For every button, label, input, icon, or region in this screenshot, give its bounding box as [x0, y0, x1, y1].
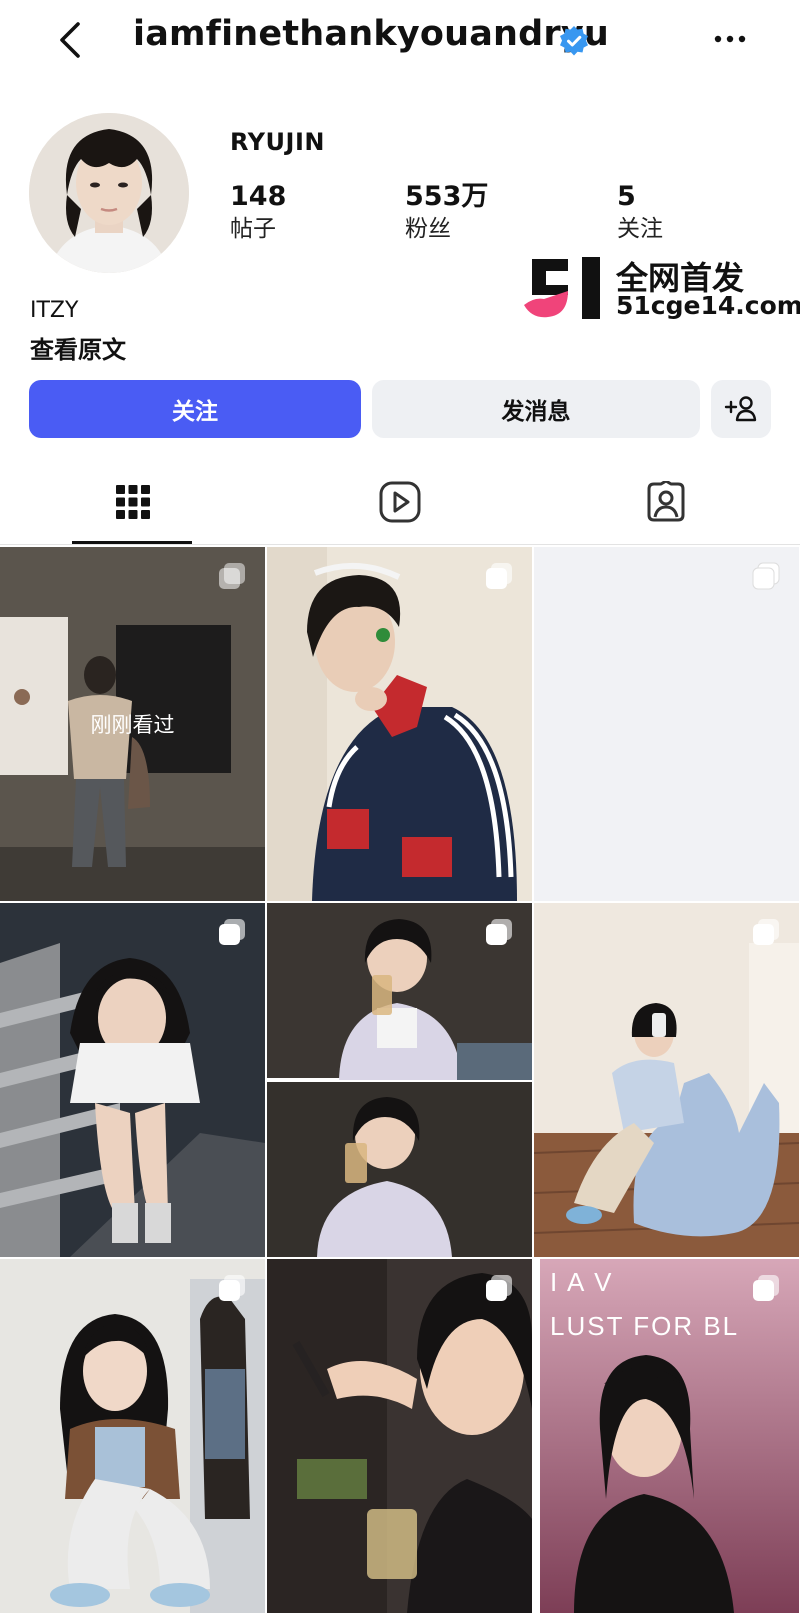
add-person-button[interactable]	[711, 380, 771, 438]
more-horizontal-icon[interactable]	[708, 24, 752, 54]
stat-posts-label: 帖子	[230, 216, 276, 242]
multiple-photos-icon	[219, 563, 245, 589]
multiple-photos-icon	[219, 919, 245, 945]
display-name: RYUJIN	[230, 128, 325, 156]
post-2[interactable]	[267, 547, 532, 901]
stat-followers-label: 粉丝	[405, 216, 451, 242]
post-6[interactable]	[534, 903, 799, 1257]
add-person-icon	[724, 396, 757, 422]
multiple-photos-icon	[753, 1275, 779, 1301]
recently-viewed-label: 刚刚看过	[90, 713, 175, 737]
post-7[interactable]	[0, 1259, 265, 1613]
post-9[interactable]: I A V LUST FOR BL	[534, 1259, 799, 1613]
profile-bio: ITZY	[30, 298, 79, 323]
stat-followers-value: 553万	[405, 181, 489, 212]
watermark: 全网首发 51cge14.com	[524, 253, 800, 325]
multiple-photos-icon	[753, 919, 779, 945]
profile-tabs	[0, 460, 800, 545]
active-tab-indicator	[72, 541, 192, 544]
profile-avatar[interactable]	[29, 113, 189, 273]
chevron-left-icon[interactable]	[52, 18, 92, 62]
tab-reels[interactable]	[315, 460, 485, 544]
watermark-logo-icon	[524, 257, 600, 319]
play-icon	[379, 481, 421, 523]
stat-following[interactable]: 5 关注	[617, 180, 663, 244]
post-top-text: I A V	[550, 1267, 614, 1297]
top-bar: iamfinethankyouandryu	[0, 0, 800, 82]
stat-following-value: 5	[617, 181, 636, 212]
post-5[interactable]	[267, 903, 532, 1257]
tab-grid[interactable]	[48, 460, 218, 544]
stat-followers[interactable]: 553万 粉丝	[405, 180, 488, 244]
post-caption-text: LUST FOR BL	[550, 1311, 740, 1341]
stat-posts-value: 148	[230, 181, 287, 212]
follow-button[interactable]: 关注	[29, 380, 361, 438]
multiple-photos-icon	[752, 562, 780, 590]
watermark-site: 51cge14.com	[616, 291, 800, 320]
post-3[interactable]	[534, 547, 799, 901]
stat-posts[interactable]: 148 帖子	[230, 180, 286, 244]
verified-badge-icon	[558, 25, 590, 57]
see-original-link[interactable]: 查看原文	[30, 330, 126, 365]
message-button[interactable]: 发消息	[372, 380, 700, 438]
grid-icon	[116, 485, 150, 519]
post-1[interactable]: 刚刚看过	[0, 547, 265, 901]
tab-tagged[interactable]	[581, 460, 751, 544]
profile-username: iamfinethankyouandryu	[133, 14, 609, 54]
tagged-person-icon	[647, 481, 685, 522]
multiple-photos-icon	[486, 919, 512, 945]
stat-following-label: 关注	[617, 216, 663, 242]
post-4[interactable]	[0, 903, 265, 1257]
multiple-photos-icon	[486, 1275, 512, 1301]
multiple-photos-icon	[486, 563, 512, 589]
multiple-photos-icon	[219, 1275, 245, 1301]
post-8[interactable]	[267, 1259, 532, 1613]
